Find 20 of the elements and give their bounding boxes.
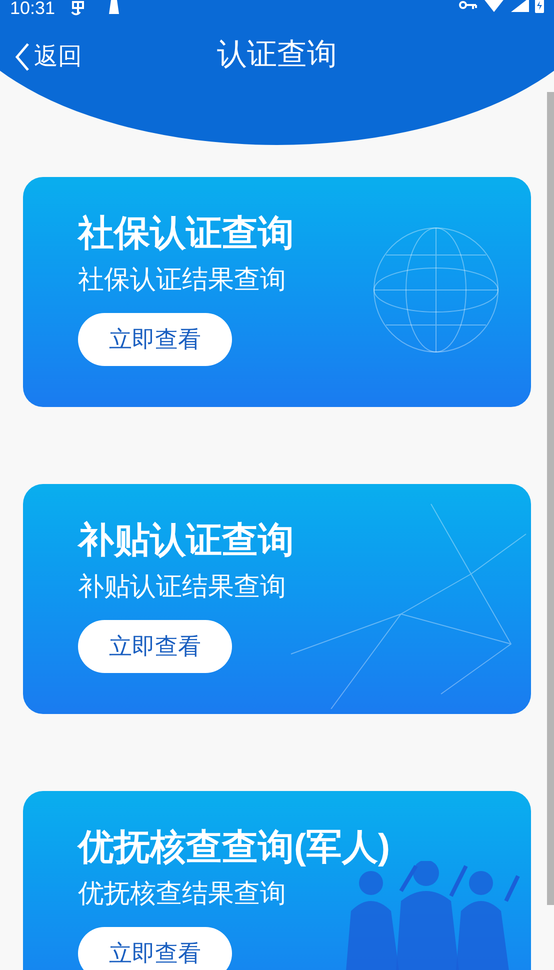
key-icon xyxy=(459,0,477,10)
query-card[interactable]: 社保认证查询 社保认证结果查询 立即查看 xyxy=(23,177,531,407)
query-card[interactable]: 优抚核查查询(军人) 优抚核查结果查询 立即查看 xyxy=(23,791,531,970)
view-now-button[interactable]: 立即查看 xyxy=(78,927,232,970)
battery-icon xyxy=(535,0,544,12)
card-title: 优抚核查查询(军人) xyxy=(78,825,391,869)
card-title: 社保认证查询 xyxy=(78,211,295,255)
wifi-icon xyxy=(483,0,505,12)
status-time: 10:31 xyxy=(10,0,56,17)
query-card[interactable]: 补贴认证查询 补贴认证结果查询 立即查看 xyxy=(23,484,531,714)
view-now-button[interactable]: 立即查看 xyxy=(78,620,232,673)
back-button[interactable]: 返回 xyxy=(14,42,82,72)
card-subtitle: 社保认证结果查询 xyxy=(78,263,287,296)
card-subtitle: 补贴认证结果查询 xyxy=(78,570,287,603)
card-title: 补贴认证查询 xyxy=(78,518,295,562)
view-now-button[interactable]: 立即查看 xyxy=(78,313,232,366)
signal-icon xyxy=(511,0,529,12)
chevron-left-icon xyxy=(14,42,30,72)
card-subtitle: 优抚核查结果查询 xyxy=(78,877,287,910)
page-title: 认证查询 xyxy=(217,40,337,70)
